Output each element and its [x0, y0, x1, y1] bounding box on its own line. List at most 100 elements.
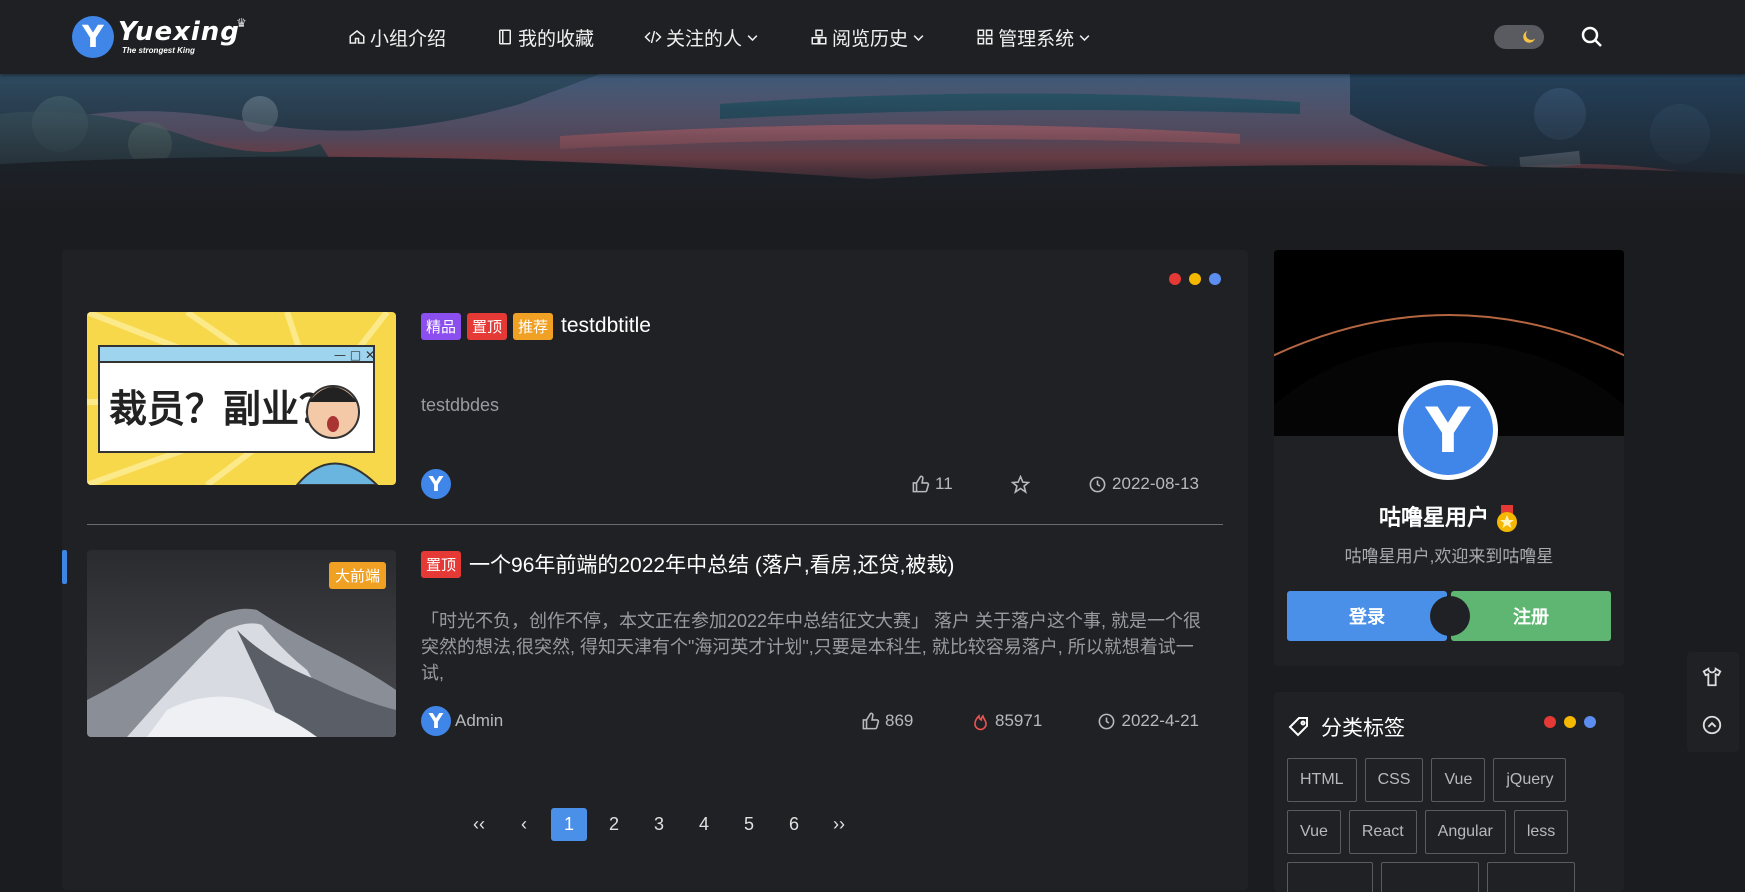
nav-label: 阅览历史	[832, 28, 909, 50]
window-dots	[1536, 716, 1596, 728]
fire-icon	[974, 713, 987, 730]
thumbs-up-icon	[862, 712, 880, 729]
logo-badge: Y	[72, 16, 114, 58]
page-number[interactable]: 3	[641, 808, 677, 841]
thumbnail-caption: 裁员？副业？	[109, 387, 337, 431]
hero-banner	[0, 74, 1745, 214]
dot-red	[1169, 273, 1181, 285]
tag-chip[interactable]	[1287, 862, 1373, 892]
code-icon	[644, 30, 662, 44]
star-icon	[1011, 474, 1030, 494]
tag-chip[interactable]: CSS	[1364, 758, 1424, 802]
window-dots	[1161, 273, 1221, 285]
dot-blue	[1584, 716, 1596, 728]
page-next[interactable]: ››	[821, 808, 857, 841]
post-meta: Y Admin 869 85971 2022-4-21	[421, 705, 1199, 737]
post-thumbnail[interactable]: 大前端	[87, 550, 396, 737]
floating-toolbar	[1687, 652, 1739, 752]
nav-item-admin[interactable]: 管理系统	[976, 24, 1092, 51]
page-first[interactable]: ‹‹	[461, 808, 497, 841]
post-item: — □ ✕ 裁员？副业？ 精品 置顶 推荐 testdbtitle testdb…	[87, 312, 1223, 525]
auth-divider	[1430, 596, 1470, 636]
post-thumbnail[interactable]: — □ ✕ 裁员？副业？	[87, 312, 396, 485]
author-avatar[interactable]: Y	[421, 706, 451, 736]
category-tags-card: 分类标签 HTML CSS Vue jQueryVue React Angular less	[1274, 692, 1624, 892]
register-button[interactable]: 注册	[1451, 591, 1611, 641]
grid-icon	[977, 29, 993, 45]
page-number[interactable]: 2	[596, 808, 632, 841]
moon-icon	[1523, 31, 1535, 43]
profile-name: 咕噜星用户	[1274, 500, 1624, 533]
chevron-down-icon	[913, 34, 924, 41]
profile-welcome: 咕噜星用户,欢迎来到咕噜星	[1344, 547, 1554, 566]
chevron-down-icon	[1079, 34, 1090, 41]
page-number[interactable]: 5	[731, 808, 767, 841]
category-badge[interactable]: 大前端	[328, 562, 386, 589]
dot-yellow	[1564, 716, 1576, 728]
dot-yellow	[1189, 273, 1201, 285]
tag-chip[interactable]: less	[1513, 810, 1569, 854]
back-to-top-icon[interactable]	[1701, 714, 1723, 736]
author-name[interactable]: Admin	[455, 711, 503, 731]
page-prev[interactable]: ‹	[506, 808, 542, 841]
tag-chip[interactable]: Angular	[1424, 810, 1506, 854]
tag-chip[interactable]: HTML	[1287, 758, 1357, 802]
top-navbar: Y Yuexing The strongest King ♛ 小组介绍 我的收藏…	[0, 0, 1745, 74]
post-title[interactable]: testdbtitle	[561, 314, 651, 338]
favorite-button[interactable]	[1011, 474, 1035, 494]
page-number[interactable]: 1	[551, 808, 587, 841]
pagination: ‹‹ ‹ 1 2 3 4 5 6 ››	[461, 808, 866, 841]
post-title[interactable]: 一个96年前端的2022年中总结 (落户,看房,还贷,被裁)	[469, 549, 954, 579]
main-nav: 小组介绍 我的收藏 关注的人 阅览历史 管理系统	[348, 0, 1142, 74]
page-number[interactable]: 4	[686, 808, 722, 841]
like-count[interactable]: 11	[911, 474, 953, 494]
tag-chip[interactable]	[1487, 862, 1575, 892]
svg-text:— □ ✕: — □ ✕	[334, 348, 375, 362]
medal-icon	[1497, 505, 1517, 533]
nav-item-following[interactable]: 关注的人	[644, 24, 760, 51]
tags-header: 分类标签	[1287, 712, 1405, 742]
thumbnail-image: — □ ✕ 裁员？副业？	[87, 312, 396, 485]
dark-mode-toggle[interactable]	[1494, 25, 1544, 49]
active-post-marker	[62, 550, 67, 584]
tag-icon	[1288, 717, 1308, 737]
nav-item-group-intro[interactable]: 小组介绍	[348, 24, 446, 51]
dot-blue	[1209, 273, 1221, 285]
chevron-down-icon	[747, 34, 758, 41]
site-logo[interactable]: Y Yuexing The strongest King ♛	[72, 14, 247, 60]
tag-zhiding[interactable]: 置顶	[421, 550, 462, 578]
nav-label: 关注的人	[666, 28, 743, 50]
dot-red	[1544, 716, 1556, 728]
tag-chip[interactable]	[1381, 862, 1479, 892]
login-button[interactable]: 登录	[1287, 591, 1447, 641]
clock-icon	[1099, 713, 1115, 729]
nav-label: 我的收藏	[518, 28, 595, 50]
like-count[interactable]: 869	[861, 711, 913, 731]
tag-tuijian[interactable]: 推荐	[513, 312, 554, 340]
nav-item-history[interactable]: 阅览历史	[810, 24, 926, 51]
shirt-icon[interactable]	[1701, 666, 1723, 688]
view-count: 85971	[971, 711, 1042, 731]
profile-card: Y 咕噜星用户 咕噜星用户,欢迎来到咕噜星 登录 注册	[1274, 250, 1624, 666]
blocks-icon	[811, 29, 827, 45]
nav-item-favorites[interactable]: 我的收藏	[496, 24, 594, 51]
search-icon[interactable]	[1580, 25, 1604, 49]
tag-chip[interactable]: Vue	[1431, 758, 1486, 802]
tag-chip[interactable]: React	[1348, 810, 1417, 854]
post-item: 大前端 置顶 一个96年前端的2022年中总结 (落户,看房,还贷,被裁) 「时…	[87, 550, 1223, 740]
profile-avatar[interactable]: Y	[1398, 380, 1498, 480]
post-list-panel: — □ ✕ 裁员？副业？ 精品 置顶 推荐 testdbtitle testdb…	[62, 250, 1248, 890]
author-avatar[interactable]: Y	[421, 469, 451, 499]
home-icon	[349, 30, 365, 44]
tag-chip[interactable]: Vue	[1287, 810, 1341, 854]
thumbs-up-icon	[912, 475, 930, 492]
post-meta: Y 11 2022-08-13	[421, 468, 1199, 500]
tag-zhiding[interactable]: 置顶	[467, 312, 508, 340]
nav-label: 小组介绍	[370, 28, 447, 50]
logo-slogan: The strongest King	[122, 46, 195, 55]
banner-illustration	[0, 74, 1745, 214]
crown-icon: ♛	[236, 16, 247, 30]
tag-jingpin[interactable]: 精品	[421, 312, 462, 340]
page-number[interactable]: 6	[776, 808, 812, 841]
tag-chip[interactable]: jQuery	[1493, 758, 1567, 802]
